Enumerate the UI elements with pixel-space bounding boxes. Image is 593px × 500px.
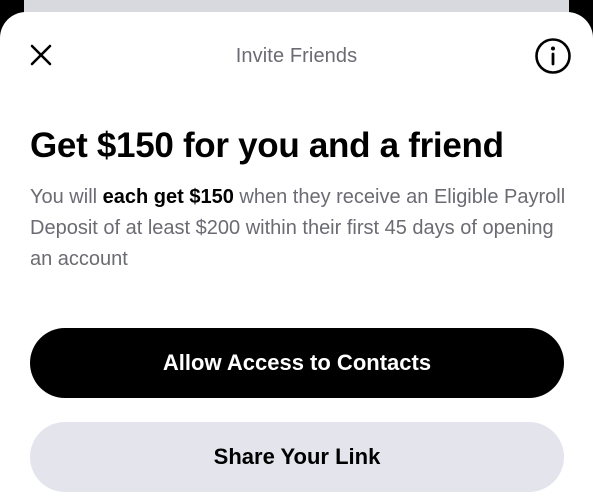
invite-description: You will each get $150 when they receive… — [30, 182, 570, 275]
info-button[interactable] — [533, 36, 573, 76]
info-icon — [535, 38, 571, 74]
allow-contacts-button[interactable]: Allow Access to Contacts — [30, 328, 564, 398]
invite-headline: Get $150 for you and a friend — [30, 126, 504, 165]
invite-sheet: Invite Friends Get $150 for you and a fr… — [0, 12, 593, 500]
description-text-start: You will — [30, 186, 103, 208]
description-bold-amount: each get $150 — [102, 186, 234, 208]
share-link-button[interactable]: Share Your Link — [30, 422, 564, 492]
sheet-header: Invite Friends — [0, 12, 593, 102]
page-title: Invite Friends — [235, 45, 358, 67]
